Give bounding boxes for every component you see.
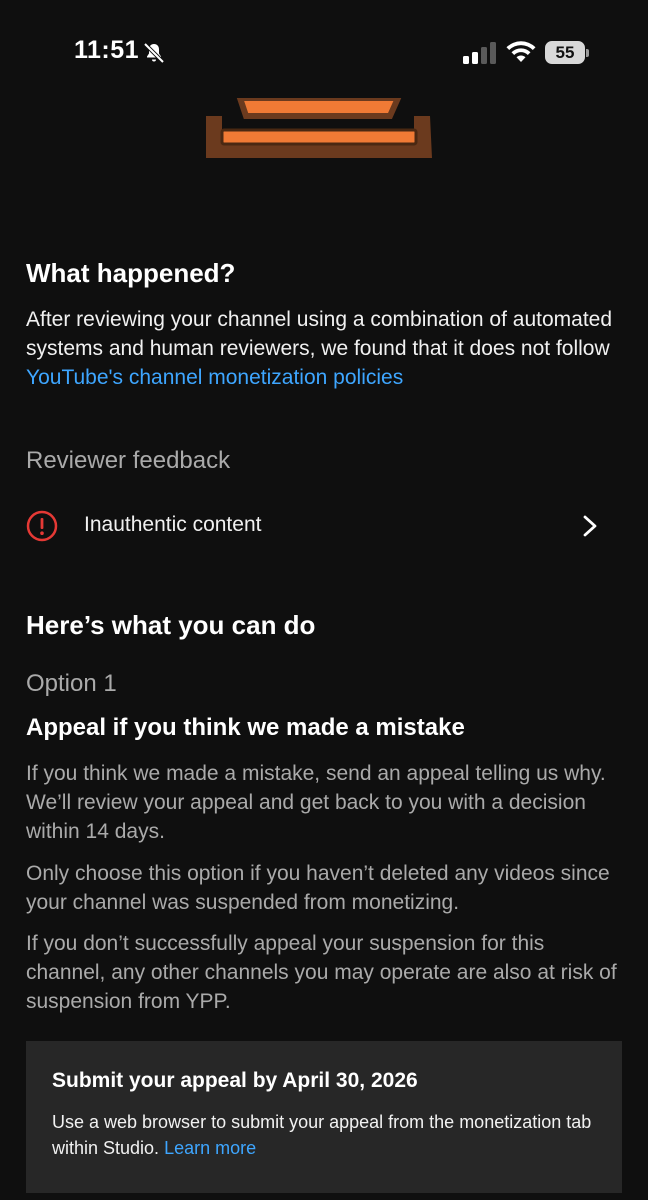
appeal-card: Submit your appeal by April 30, 2026 Use… bbox=[26, 1041, 622, 1193]
what-you-can-do-title: Here’s what you can do bbox=[26, 610, 316, 640]
what-happened-title: What happened? bbox=[26, 258, 236, 288]
reviewer-feedback-title: Reviewer feedback bbox=[26, 447, 231, 474]
option-paragraph-3: If you don’t successfully appeal your su… bbox=[26, 932, 617, 1013]
option-title: Appeal if you think we made a mistake bbox=[26, 714, 465, 741]
what-happened-body: After reviewing your channel using a com… bbox=[26, 305, 622, 392]
feedback-item-row[interactable]: Inauthentic content bbox=[0, 500, 648, 552]
status-bar: 11:51 55 bbox=[0, 0, 648, 100]
appeal-card-body: Use a web browser to submit your appeal … bbox=[52, 1109, 602, 1161]
option-paragraph-2: Only choose this option if you haven’t d… bbox=[26, 862, 610, 914]
option-label: Option 1 bbox=[26, 670, 117, 697]
appeal-card-title: Submit your appeal by April 30, 2026 bbox=[52, 1069, 418, 1092]
what-happened-text: After reviewing your channel using a com… bbox=[26, 308, 613, 360]
status-time: 11:51 bbox=[74, 36, 140, 64]
signal-icon bbox=[463, 42, 496, 64]
monetization-policies-link[interactable]: YouTube's channel monetization policies bbox=[26, 366, 403, 389]
battery-icon: 55 bbox=[545, 41, 589, 64]
feedback-item-label: Inauthentic content bbox=[84, 513, 262, 536]
illustration-graphic bbox=[206, 98, 432, 158]
appeal-card-text: Use a web browser to submit your appeal … bbox=[52, 1112, 592, 1158]
bell-slash-icon bbox=[143, 42, 165, 64]
wifi-icon bbox=[506, 41, 536, 62]
option-paragraph-1: If you think we made a mistake, send an … bbox=[26, 762, 606, 843]
chevron-right-icon bbox=[583, 515, 597, 537]
learn-more-link[interactable]: Learn more bbox=[164, 1138, 256, 1158]
alert-circle-icon bbox=[26, 510, 58, 542]
